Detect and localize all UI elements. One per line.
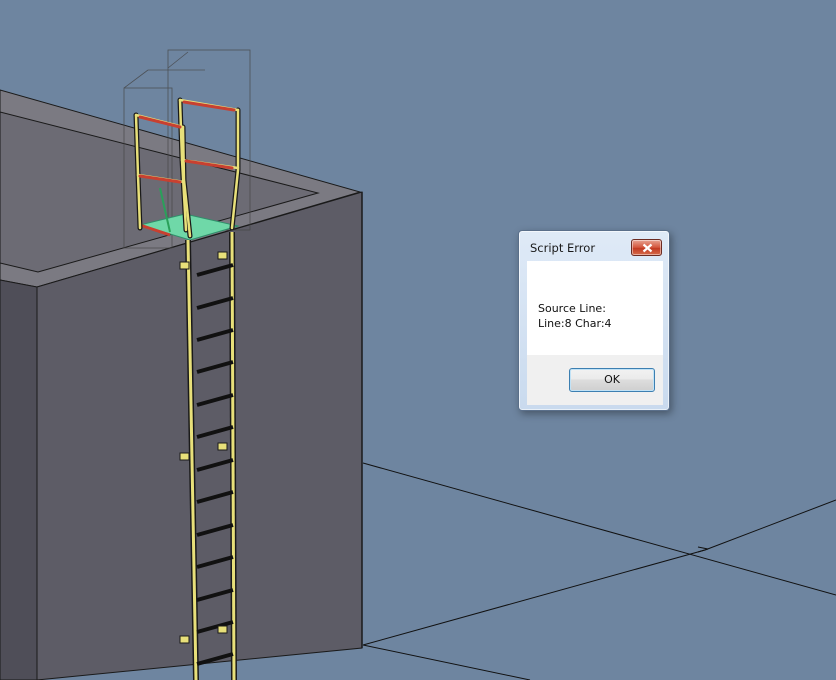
close-icon — [642, 243, 653, 253]
line-char-info: Line:8 Char:4 — [538, 317, 612, 330]
dialog-button-bar: OK — [527, 355, 663, 405]
ok-button[interactable]: OK — [569, 368, 655, 392]
dialog-title: Script Error — [530, 241, 596, 255]
structure-side-face — [0, 279, 38, 680]
source-line-label: Source Line: — [538, 302, 606, 315]
close-button[interactable] — [631, 239, 662, 256]
dialog-titlebar[interactable]: Script Error — [519, 231, 669, 259]
dialog-message-area: Source Line: Line:8 Char:4 — [527, 261, 663, 355]
script-error-dialog: Script Error Source Line: Line:8 Char:4 … — [518, 230, 670, 411]
cad-viewport[interactable] — [0, 0, 836, 680]
